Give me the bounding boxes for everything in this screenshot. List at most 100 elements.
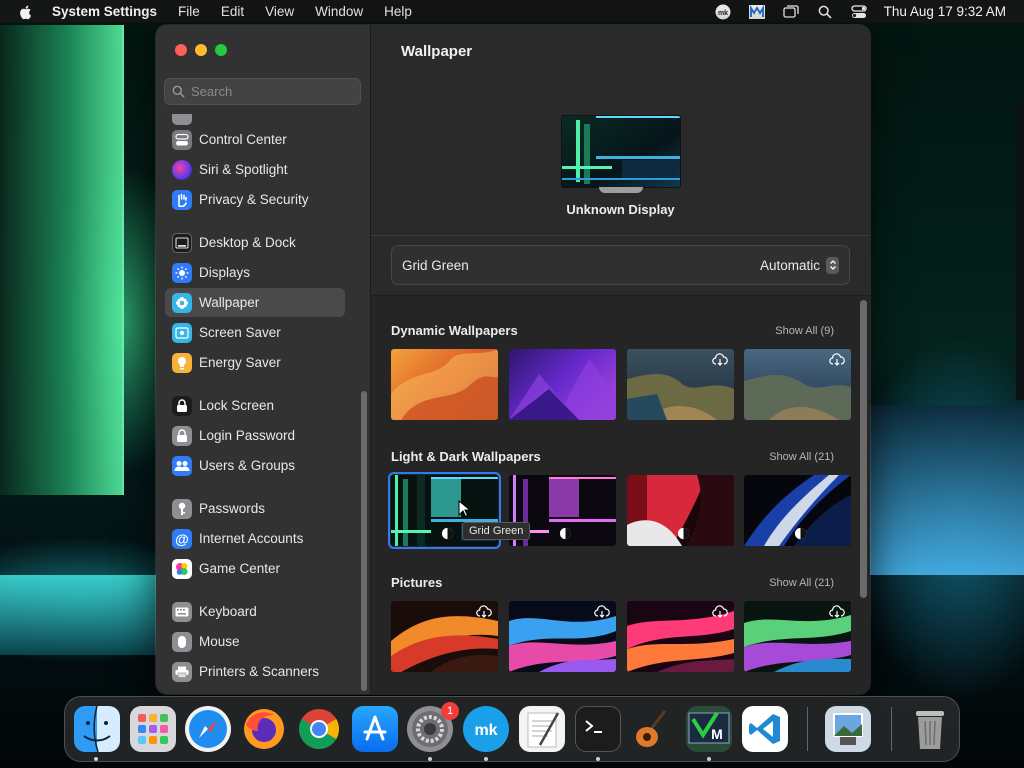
sidebar-item-printers-scanners[interactable]: Printers & Scanners [165,657,345,686]
menu-app-name[interactable]: System Settings [52,4,157,19]
wallpaper-thumb-red-wave[interactable] [627,475,734,546]
at-icon: @ [172,528,192,549]
wallpaper-thumb-blue-wave[interactable] [744,475,851,546]
sidebar-item-label: Displays [199,265,251,280]
display-preview[interactable] [561,115,681,188]
menu-window[interactable]: Window [315,4,363,19]
dock-trash[interactable] [907,706,953,752]
launchpad-icon [138,714,168,744]
menu-help[interactable]: Help [384,4,412,19]
sidebar-item-energy-saver[interactable]: Energy Saver [165,348,345,377]
sidebar-item-passwords[interactable]: Passwords [165,494,345,523]
sidebar-item-label: Siri & Spotlight [199,162,288,177]
dock-mk[interactable]: mk [463,706,509,752]
sidebar-item-desktop-dock[interactable]: Desktop & Dock [165,228,345,257]
show-all-light-dark[interactable]: Show All (21) [769,451,834,463]
running-indicator [707,757,711,761]
appearance-popup[interactable]: Automatic [760,256,839,274]
sidebar-item-label: Keyboard [199,604,257,619]
dock-app-store[interactable] [352,706,398,752]
dock-preview[interactable] [825,706,871,752]
dock-safari[interactable] [185,706,231,752]
zoom-button[interactable] [215,44,227,56]
sidebar-item-label: Passwords [199,501,266,516]
menu-edit[interactable]: Edit [221,4,244,19]
sidebar-item-control-center[interactable]: Control Center [165,125,345,154]
dock-textedit[interactable] [519,706,565,752]
app-store-icon [363,715,387,741]
sidebar-item-label: Game Center [199,561,281,576]
screen-mirroring-icon[interactable] [782,4,800,20]
dock-terminal[interactable] [575,706,621,752]
svg-text:mk: mk [718,10,728,17]
control-center-menubar-icon[interactable] [850,4,868,20]
wallpaper-tooltip: Grid Green [462,522,531,540]
sidebar-item-users-groups[interactable]: Users & Groups [165,451,345,480]
guitar-icon [636,710,667,747]
sidebar-item-siri-spotlight[interactable]: Siri & Spotlight [165,155,345,184]
wallpaper-thumb-picture-4[interactable] [744,601,851,672]
menu-view[interactable]: View [265,4,294,19]
chrome-icon [299,709,339,749]
mouse-icon [172,631,192,652]
users-icon [172,455,192,476]
gallery-scrollbar[interactable] [860,300,867,598]
search-field[interactable] [164,78,361,105]
dock-separator [807,707,808,751]
search-input[interactable] [191,84,351,99]
wallpaper-thumb-ventura[interactable] [391,349,498,420]
wallpaper-icon [172,292,192,313]
sidebar-item-mouse[interactable]: Mouse [165,627,345,656]
sidebar-item-label: Screen Saver [199,325,281,340]
wallpaper-thumb-picture-2[interactable] [509,601,616,672]
section-title-light-dark: Light & Dark Wallpapers [391,449,541,464]
sidebar-item-screen-saver[interactable]: Screen Saver [165,318,345,347]
sidebar-item-keyboard[interactable]: Keyboard [165,597,345,626]
sidebar: Control Center Siri & Spotlight Privacy … [156,25,371,694]
dock-launchpad[interactable] [130,706,176,752]
close-button[interactable] [175,44,187,56]
spotlight-search-icon[interactable] [816,4,834,20]
sidebar-item-lock-screen[interactable]: Lock Screen [165,391,345,420]
display-stand [599,187,643,193]
firefox-icon [244,709,284,749]
wallpaper-thumb-monterey[interactable] [509,349,616,420]
show-all-pictures[interactable]: Show All (21) [769,577,834,589]
dock-vim[interactable]: M [686,706,732,752]
sidebar-scrollbar[interactable] [361,391,367,691]
wallpaper-gallery: Dynamic Wallpapers Show All (9) Light & … [371,295,870,694]
menu-file[interactable]: File [178,4,200,19]
section-title-pictures: Pictures [391,575,443,590]
dock: 1 mk M [64,696,960,762]
vim-icon: M [688,711,730,744]
show-all-dynamic[interactable]: Show All (9) [775,325,834,337]
sidebar-item-displays[interactable]: Displays [165,258,345,287]
apple-icon[interactable] [18,4,34,20]
dock-firefox[interactable] [241,706,287,752]
malwarebytes-status-icon[interactable] [748,4,766,20]
dock-garageband[interactable] [630,706,676,752]
menu-bar: System Settings File Edit View Window He… [0,0,1024,23]
sidebar-item-internet-accounts[interactable]: @ Internet Accounts [165,524,345,553]
sidebar-item-wallpaper[interactable]: Wallpaper [165,288,345,317]
wallpaper-thumb-catalina[interactable] [744,349,851,420]
dock-chrome[interactable] [296,706,342,752]
siri-icon [172,159,192,180]
menu-clock[interactable]: Thu Aug 17 9:32 AM [884,4,1006,19]
minimize-button[interactable] [195,44,207,56]
dock-vscode[interactable] [742,706,788,752]
divider [371,235,870,236]
sidebar-item-game-center[interactable]: Game Center [165,554,345,583]
light-dark-icon [559,527,572,540]
cloud-download-icon [594,605,610,618]
wallpaper-thumb-catalina-day[interactable] [627,349,734,420]
key-icon [172,498,192,519]
dock-finder[interactable] [74,706,120,752]
sidebar-item-login-password[interactable]: Login Password [165,421,345,450]
mk-status-icon[interactable]: mk [714,4,732,20]
wallpaper-thumb-picture-3[interactable] [627,601,734,672]
preview-icon [833,713,863,745]
system-settings-window: Control Center Siri & Spotlight Privacy … [156,25,870,694]
sidebar-item-privacy-security[interactable]: Privacy & Security [165,185,345,214]
wallpaper-thumb-picture-1[interactable] [391,601,498,672]
